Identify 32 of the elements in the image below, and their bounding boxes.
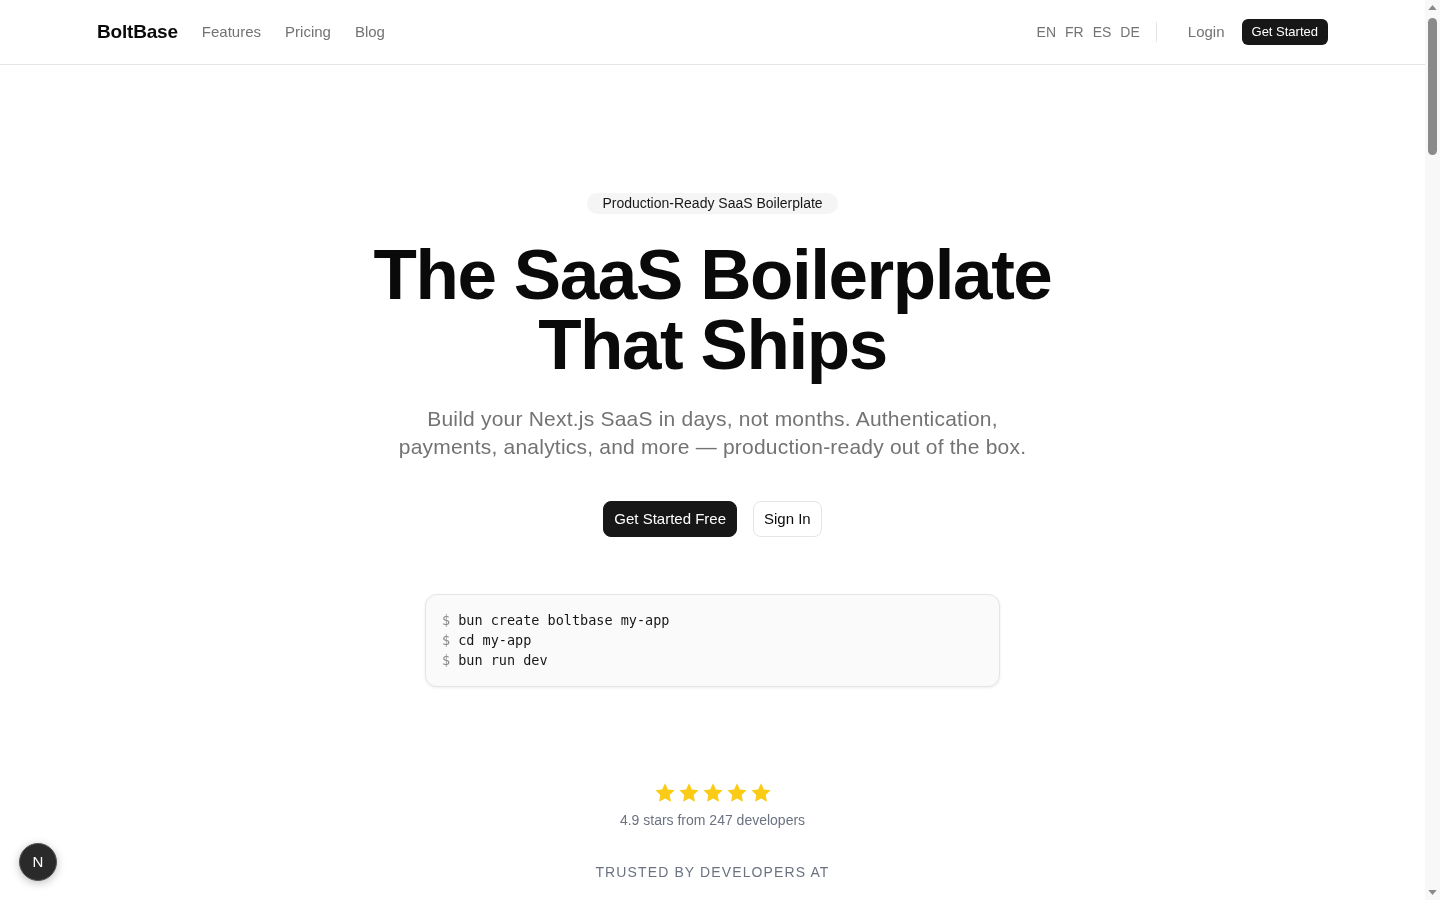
scrollbar-thumb[interactable] — [1428, 18, 1437, 155]
login-link[interactable]: Login — [1187, 20, 1225, 44]
dev-indicator-button[interactable]: N — [19, 843, 57, 881]
prompt-symbol: $ — [442, 650, 451, 670]
language-link[interactable]: EN — [1036, 21, 1056, 43]
brand-logo[interactable]: BoltBase — [97, 17, 178, 47]
star-filled-icon — [678, 783, 699, 802]
language-link[interactable]: ES — [1092, 21, 1112, 43]
prompt-symbol: $ — [442, 610, 451, 630]
rating-text: 4.9 stars from 247 developers — [619, 811, 806, 830]
hero-subtitle: payments, analytics, and more — production-ready out of the box. — [398, 434, 1027, 460]
get-started-free-button[interactable]: Get Started Free — [603, 501, 737, 537]
nav-link[interactable]: Features — [201, 20, 262, 44]
language-link[interactable]: DE — [1120, 21, 1140, 43]
nav-link[interactable]: Pricing — [285, 20, 331, 44]
star-filled-icon — [750, 783, 771, 802]
nav-link[interactable]: Blog — [354, 20, 385, 44]
language-link[interactable]: FR — [1065, 21, 1084, 43]
sign-in-button[interactable]: Sign In — [753, 501, 822, 537]
trusted-heading: TRUSTED BY DEVELOPERS AT — [595, 863, 830, 882]
hero-badge: Production-Ready SaaS Boilerplate — [587, 193, 838, 214]
terminal-command: bun create boltbase my-app — [458, 610, 670, 630]
get-started-button[interactable]: Get Started — [1241, 19, 1328, 45]
scroll-up-arrow-icon[interactable] — [1428, 5, 1437, 10]
scroll-down-arrow-icon[interactable] — [1428, 890, 1437, 895]
terminal-command: cd my-app — [458, 630, 532, 650]
star-filled-icon — [654, 783, 675, 802]
star-filled-icon — [726, 783, 747, 802]
prompt-symbol: $ — [442, 630, 451, 650]
hero-subtitle: Build your Next.js SaaS in days, not months. Authentication, — [427, 406, 998, 432]
star-filled-icon — [702, 783, 723, 802]
terminal-command: bun run dev — [458, 650, 548, 670]
